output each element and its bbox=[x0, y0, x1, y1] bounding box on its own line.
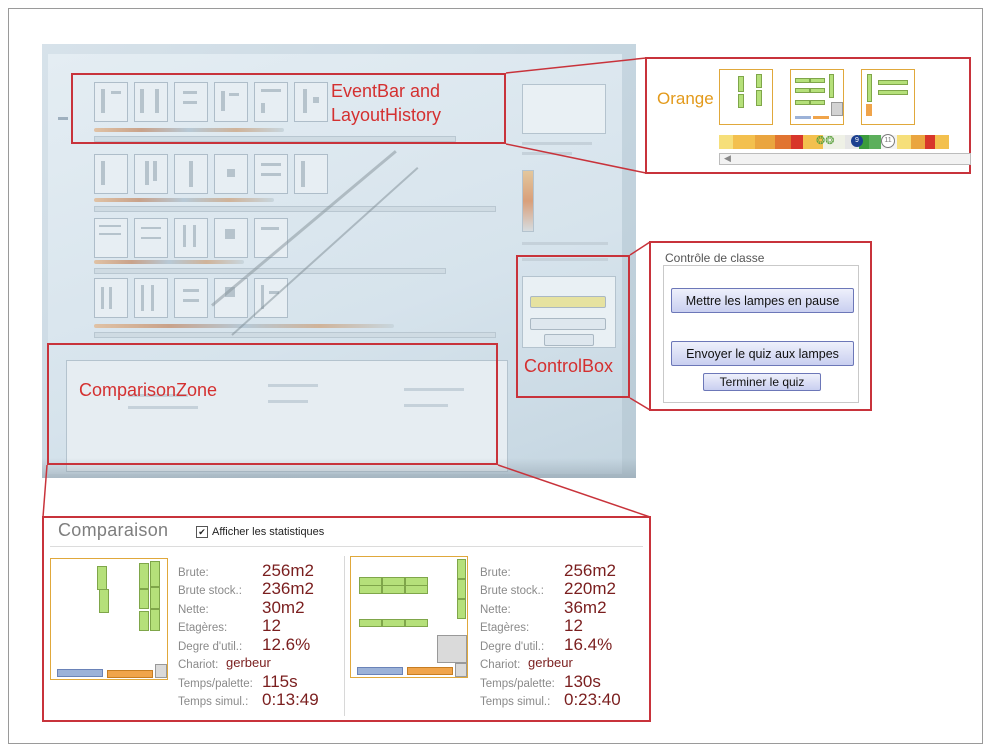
layout-history-row-2 bbox=[94, 154, 328, 194]
layout-thumb bbox=[134, 154, 168, 194]
stat-brute-stock: 236m2 bbox=[262, 579, 314, 598]
layout-history-row-3 bbox=[94, 218, 288, 258]
comparison-layout-right[interactable] bbox=[350, 556, 468, 678]
stat-brute: 256m2 bbox=[262, 560, 314, 580]
layout-thumb bbox=[94, 154, 128, 194]
comparisonzone-label: ComparisonZone bbox=[79, 380, 218, 400]
layout-thumb bbox=[294, 154, 328, 194]
team-label-orange: Orange bbox=[657, 89, 714, 108]
recycle-icon[interactable]: ❂❂ bbox=[816, 134, 834, 147]
color-scale bbox=[522, 170, 534, 232]
history-scrollbar bbox=[94, 206, 496, 212]
history-scrollbar bbox=[94, 332, 496, 338]
scroll-left-arrow-icon[interactable]: ◀ bbox=[724, 153, 731, 164]
show-stats-checkbox[interactable]: ✔ Afficher les statistiques bbox=[196, 526, 324, 538]
orange-history-scrollbar[interactable]: ◀ bbox=[719, 153, 971, 165]
pause-lamps-button[interactable]: Mettre les lampes en pause bbox=[671, 288, 854, 313]
stat-etageres: 12 bbox=[564, 616, 583, 635]
controlbox-zone-label: ControlBox bbox=[524, 356, 614, 376]
comparison-layout-left[interactable] bbox=[50, 558, 168, 680]
event-marker-9[interactable]: 9 bbox=[851, 135, 863, 147]
layout-thumb bbox=[174, 154, 208, 194]
layout-thumb bbox=[254, 154, 288, 194]
layout-thumb bbox=[214, 154, 248, 194]
controlbox-callout: Contrôle de classe Mettre les lampes en … bbox=[649, 241, 872, 411]
stat-etageres: 12 bbox=[262, 616, 281, 635]
layout-thumb bbox=[174, 278, 208, 318]
layout-thumb bbox=[94, 218, 128, 258]
checkbox-checked-icon[interactable]: ✔ bbox=[196, 526, 208, 538]
history-scrollbar bbox=[94, 268, 446, 274]
comparisonzone-box bbox=[47, 343, 498, 465]
comparison-callout: Comparaison ✔ Afficher les statistiques … bbox=[42, 516, 651, 722]
stat-temps-palette: 115s bbox=[262, 671, 298, 691]
orange-layout-thumb-3[interactable] bbox=[861, 69, 915, 125]
eventbar-zone-label: EventBar and LayoutHistory bbox=[331, 81, 442, 125]
control-box-title: Contrôle de classe bbox=[665, 251, 765, 265]
show-stats-label: Afficher les statistiques bbox=[212, 526, 325, 538]
row-label-violet: ▬ bbox=[58, 112, 68, 123]
layout-thumb bbox=[174, 218, 208, 258]
stat-temps-simul: 0:13:49 bbox=[262, 690, 319, 709]
event-bar bbox=[94, 260, 244, 264]
stat-degre: 16.4% bbox=[564, 634, 613, 654]
orange-layout-thumb-1[interactable] bbox=[719, 69, 773, 125]
stats-left: Brute: 256m2 Brute stock.: 236m2 Nette: 30m… bbox=[178, 560, 319, 709]
layout-thumb bbox=[254, 218, 288, 258]
legend-box bbox=[522, 84, 606, 134]
stat-nette: 36m2 bbox=[564, 597, 607, 617]
layout-thumb bbox=[134, 218, 168, 258]
stat-temps-simul: 0:23:40 bbox=[564, 690, 621, 709]
stat-chariot: gerbeur bbox=[528, 655, 573, 670]
stats-right: Brute: 256m2 Brute stock.: 220m2 Nette: 36m… bbox=[480, 560, 621, 709]
event-marker-11[interactable]: 11 bbox=[881, 134, 895, 148]
stat-temps-palette: 130s bbox=[564, 671, 601, 691]
end-quiz-button[interactable]: Terminer le quiz bbox=[703, 373, 821, 391]
stat-nette: 30m2 bbox=[262, 597, 305, 617]
send-quiz-button[interactable]: Envoyer le quiz aux lampes bbox=[671, 341, 854, 366]
layout-thumb bbox=[214, 218, 248, 258]
layout-thumb bbox=[94, 278, 128, 318]
orange-eventbar-callout: Orange ❂❂ 9 11 ◀ bbox=[645, 57, 971, 174]
stat-brute-stock: 220m2 bbox=[564, 579, 616, 598]
layout-thumb bbox=[134, 278, 168, 318]
event-bar bbox=[94, 198, 274, 202]
stat-brute: 256m2 bbox=[564, 560, 616, 580]
orange-layout-thumb-2[interactable] bbox=[790, 69, 844, 125]
stat-chariot: gerbeur bbox=[226, 655, 271, 670]
stat-degre: 12.6% bbox=[262, 634, 311, 654]
comparison-title: Comparaison bbox=[58, 520, 169, 540]
